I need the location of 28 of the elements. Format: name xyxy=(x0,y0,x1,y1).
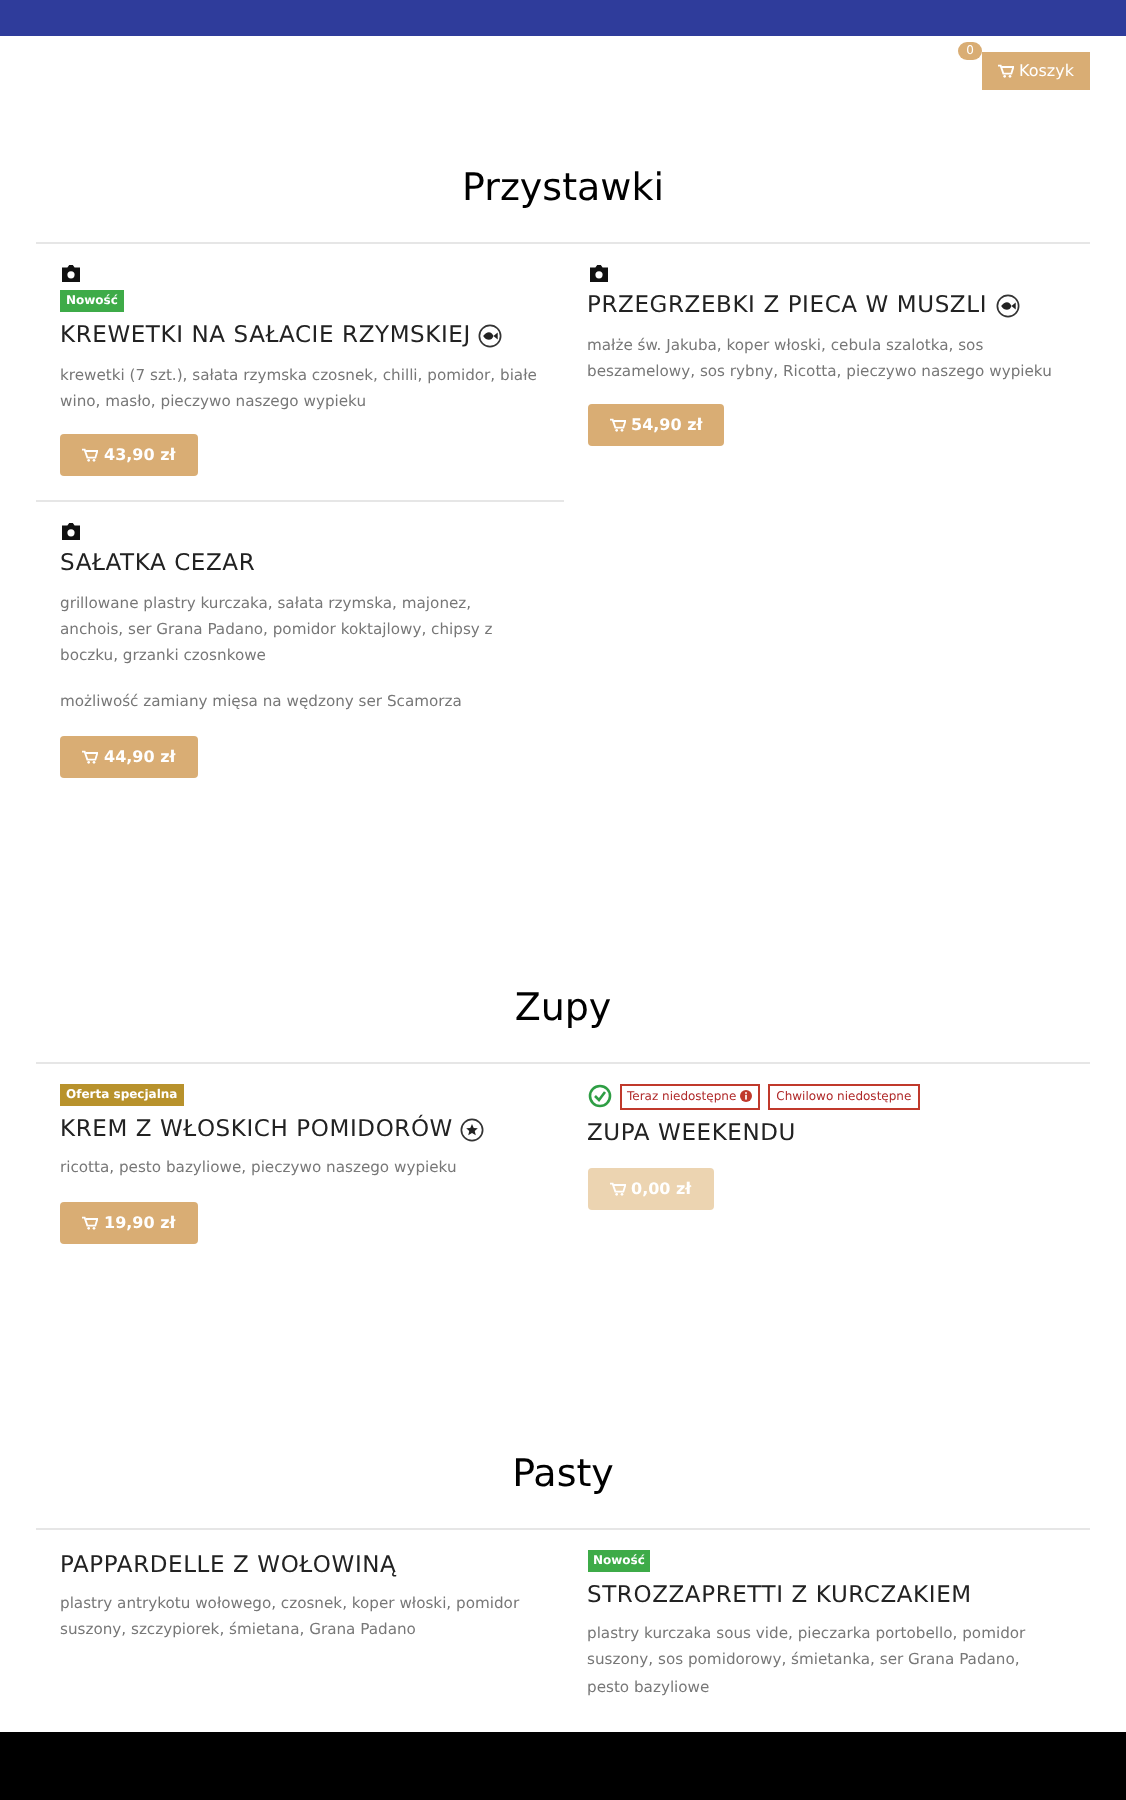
info-icon xyxy=(740,1090,753,1103)
section-title: Przystawki xyxy=(36,166,1090,244)
cart-icon xyxy=(82,448,98,463)
camera-icon[interactable] xyxy=(587,264,609,282)
section-title: Pasty xyxy=(36,1451,1090,1530)
add-to-cart-button[interactable]: 43,90 zł xyxy=(60,434,198,477)
dish-name: KREM Z WŁOSKICH POMIDORÓW xyxy=(60,1113,539,1145)
cart-button[interactable]: Koszyk xyxy=(981,52,1090,90)
fish-icon xyxy=(995,293,1020,318)
camera-icon[interactable] xyxy=(60,522,82,541)
section-title: Zupy xyxy=(36,985,1090,1064)
dish-name: ZUPA WEEKENDU xyxy=(587,1117,799,1149)
dish-name: KREWETKI NA SAŁACIE RZYMSKIEJ xyxy=(60,320,539,352)
cart-icon xyxy=(609,1182,625,1197)
fish-icon xyxy=(478,323,503,348)
cart-icon xyxy=(609,418,625,433)
add-to-cart-button[interactable]: 19,90 zł xyxy=(60,1201,198,1244)
dish-name: STROZZAPRETTI Z KURCZAKIEM xyxy=(587,1579,974,1611)
add-to-cart-button[interactable]: 54,90 zł xyxy=(587,404,725,447)
cart-icon xyxy=(82,1215,98,1230)
check-icon xyxy=(587,1084,611,1109)
dish-name: PAPPARDELLE Z WOŁOWINĄ xyxy=(60,1549,399,1581)
dish-name: SAŁATKA CEZAR xyxy=(60,548,258,580)
dish-name: PRZEGRZEBKI Z PIECA W MUSZLI xyxy=(587,290,1066,322)
add-to-cart-button[interactable]: 44,90 zł xyxy=(60,735,198,778)
camera-icon[interactable] xyxy=(60,264,82,282)
cart-icon xyxy=(82,749,98,764)
cart-icon xyxy=(997,64,1014,78)
